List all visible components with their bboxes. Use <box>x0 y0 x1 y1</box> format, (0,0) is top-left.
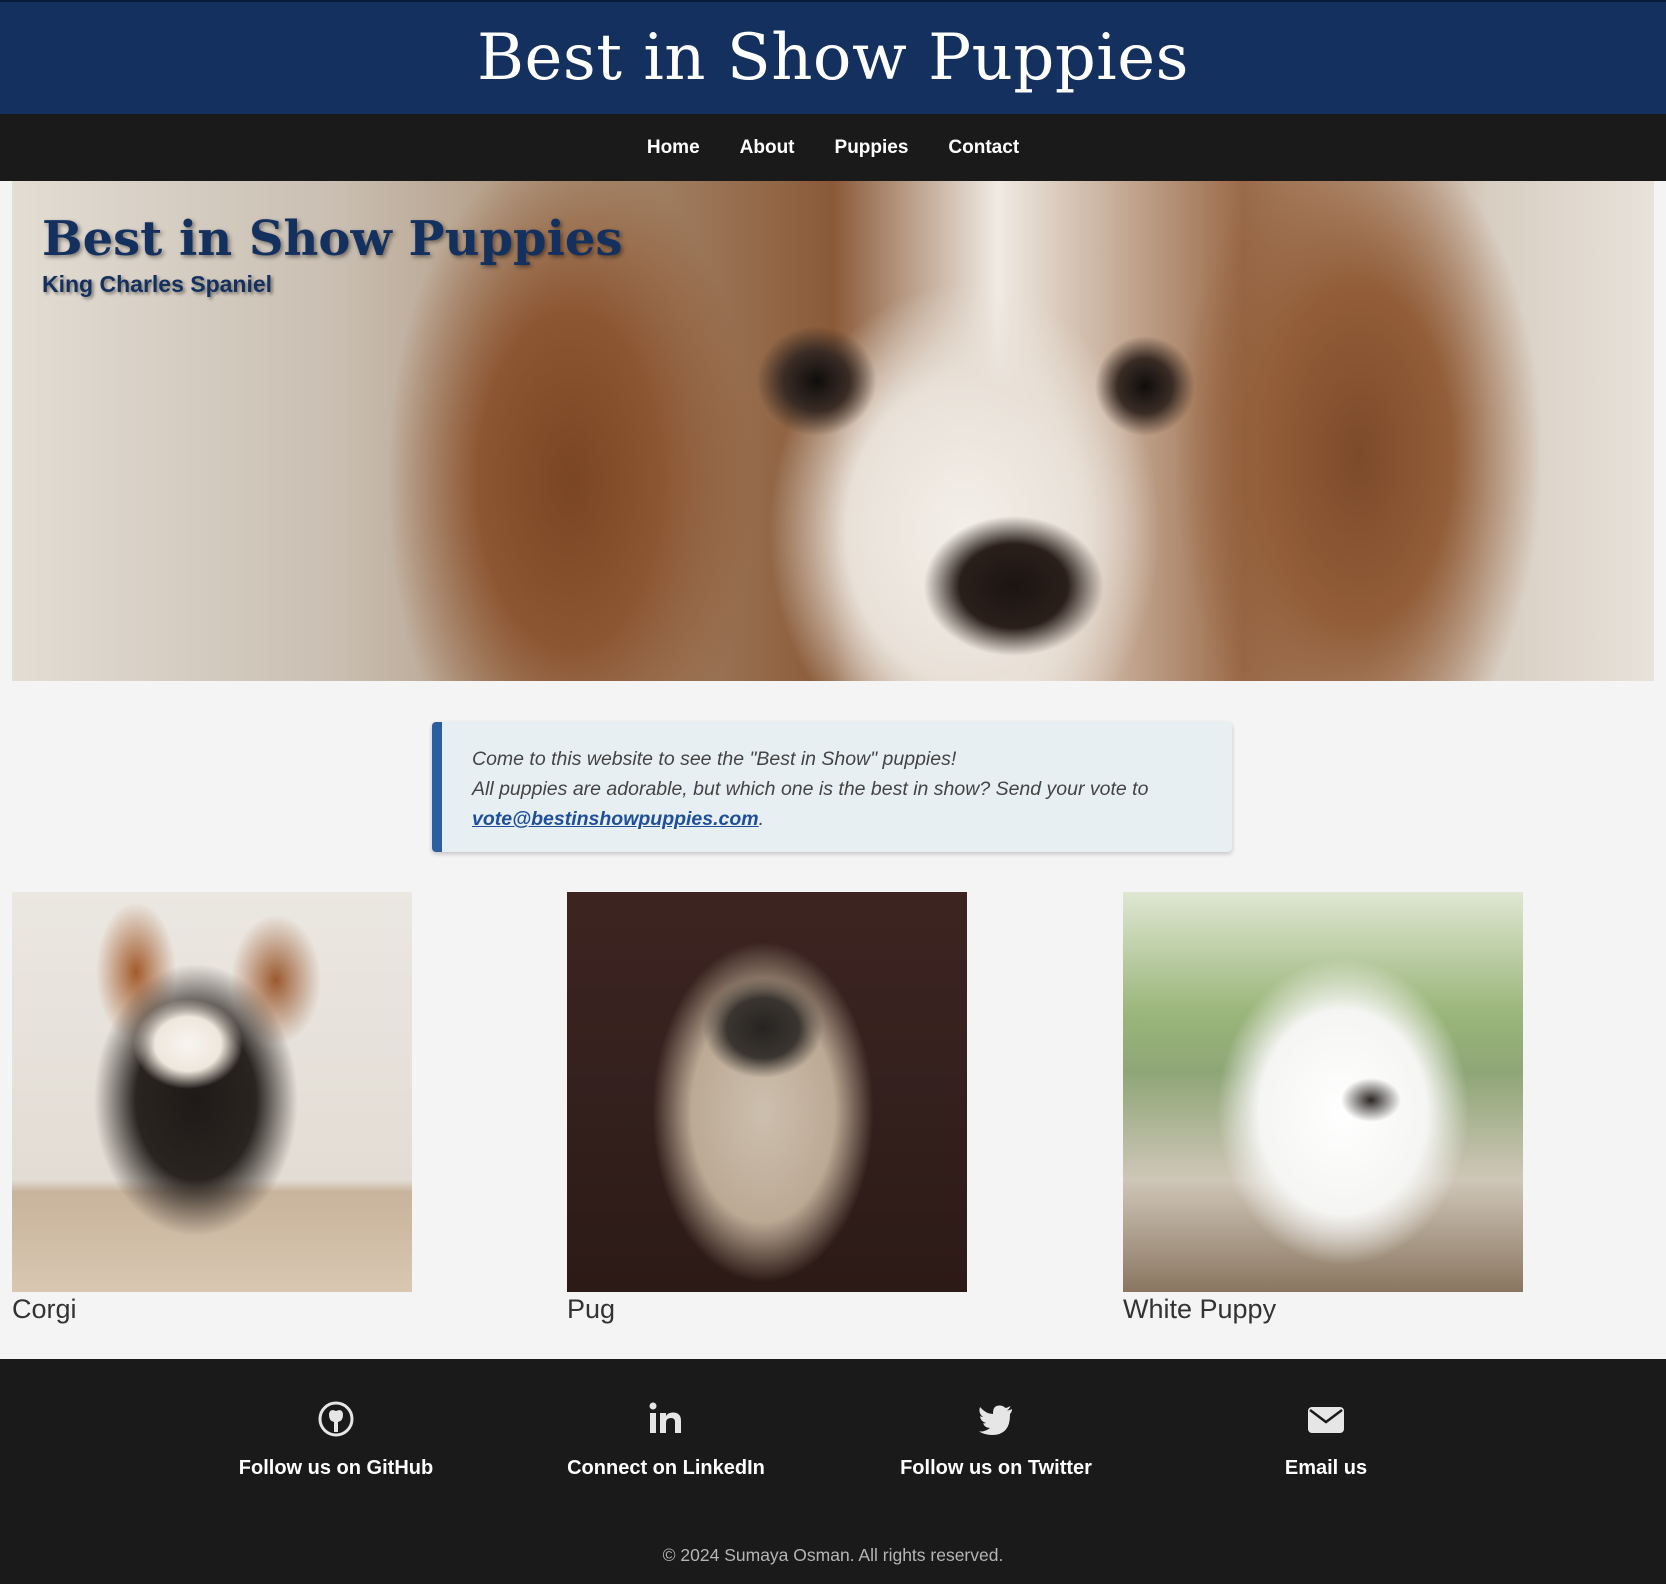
puppy-card-white-puppy: White Puppy <box>1123 892 1523 1325</box>
intro-callout: Come to this website to see the "Best in… <box>432 722 1232 852</box>
copyright-text: © 2024 Sumaya Osman. All rights reserved… <box>662 1544 1004 1565</box>
site-footer: Follow us on GitHub Connect on LinkedIn … <box>0 1359 1666 1584</box>
white-puppy-photo <box>1123 892 1523 1292</box>
site-header: Best in Show Puppies <box>0 0 1666 114</box>
nav-puppies[interactable]: Puppies <box>835 133 909 163</box>
footer-link-label: Follow us on Twitter <box>900 1457 1092 1479</box>
linkedin-icon <box>649 1402 681 1433</box>
linkedin-link[interactable]: Connect on LinkedIn <box>536 1399 796 1480</box>
puppy-caption: White Puppy <box>1123 1294 1277 1324</box>
footer-link-label: Email us <box>1284 1457 1368 1479</box>
main-nav: Home About Puppies Contact <box>0 114 1666 181</box>
puppy-caption: Corgi <box>12 1294 77 1324</box>
puppy-card-corgi: Corgi <box>12 892 412 1325</box>
puppy-card-pug: Pug <box>567 892 967 1325</box>
pug-photo <box>567 892 967 1292</box>
hero-text: Best in Show Puppies King Charles Spanie… <box>42 211 622 298</box>
intro-line-1: Come to this website to see the "Best in… <box>472 748 957 770</box>
footer-links: Follow us on GitHub Connect on LinkedIn … <box>0 1399 1666 1519</box>
corgi-photo <box>12 892 412 1292</box>
hero-banner-image: Best in Show Puppies King Charles Spanie… <box>12 181 1654 681</box>
footer-link-label: Follow us on GitHub <box>238 1457 434 1479</box>
twitter-link[interactable]: Follow us on Twitter <box>866 1399 1126 1480</box>
vote-email-link[interactable]: vote@bestinshowpuppies.com <box>472 808 759 830</box>
hero-title: Best in Show Puppies <box>42 211 623 267</box>
nav-about[interactable]: About <box>740 133 795 163</box>
hero-subtitle: King Charles Spaniel <box>42 271 273 297</box>
github-link[interactable]: Follow us on GitHub <box>206 1399 466 1480</box>
intro-period: . <box>758 808 765 830</box>
nav-contact[interactable]: Contact <box>948 133 1019 163</box>
email-link[interactable]: Email us <box>1196 1399 1456 1480</box>
intro-line-2-text: All puppies are adorable, but which one … <box>472 778 1149 800</box>
intro-line-2: All puppies are adorable, but which one … <box>472 774 1202 834</box>
site-title: Best in Show Puppies <box>477 21 1189 95</box>
nav-home[interactable]: Home <box>647 133 700 163</box>
github-icon <box>318 1401 354 1437</box>
footer-link-label: Connect on LinkedIn <box>567 1457 765 1479</box>
puppy-gallery: Corgi Pug White Puppy <box>12 892 1666 1325</box>
envelope-icon <box>1308 1407 1344 1433</box>
puppy-caption: Pug <box>567 1294 616 1324</box>
twitter-icon <box>979 1405 1012 1435</box>
